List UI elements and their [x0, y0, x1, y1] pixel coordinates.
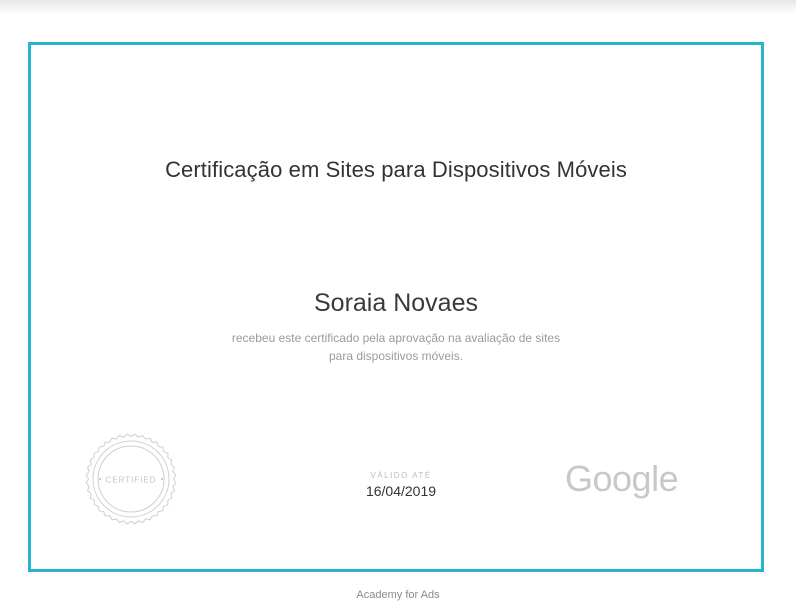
certificate-title: Certificação em Sites para Dispositivos …: [165, 157, 627, 182]
google-logo: Google: [565, 458, 679, 499]
google-logo-text: Google: [565, 458, 678, 499]
certified-seal-icon: CERTIFIED: [85, 433, 177, 525]
footer-text: Academy for Ads: [356, 589, 440, 601]
certificate-description: recebeu este certificado pela aprovação …: [181, 329, 611, 365]
top-shadow: [0, 0, 796, 14]
validity-label: VÁLIDO ATÉ: [370, 471, 432, 480]
description-line-2: para dispositivos móveis.: [328, 349, 464, 363]
certificate-frame: Certificação em Sites para Dispositivos …: [28, 42, 764, 572]
seal-text: CERTIFIED: [105, 476, 156, 485]
validity-block: VÁLIDO ATÉ 16/04/2019: [331, 471, 471, 499]
description-line-1: recebeu este certificado pela aprovação …: [231, 331, 561, 345]
page: Certificação em Sites para Dispositivos …: [0, 0, 796, 612]
validity-date: 16/04/2019: [365, 483, 437, 499]
recipient-name: Soraia Novaes: [314, 289, 478, 317]
